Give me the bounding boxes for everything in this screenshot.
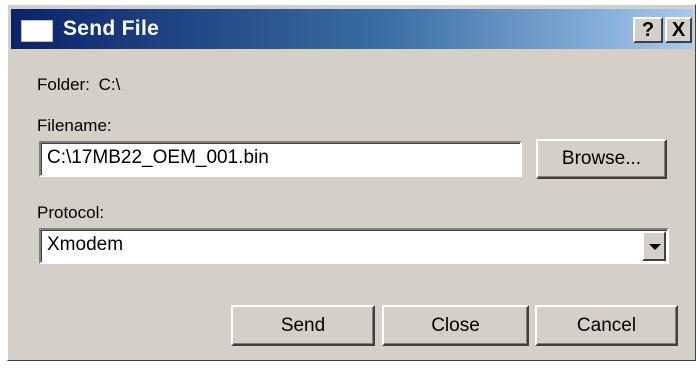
send-button[interactable]: Send — [231, 305, 375, 346]
folder-label: Folder: C:\ — [37, 75, 120, 95]
chevron-down-icon — [649, 244, 661, 250]
cancel-button[interactable]: Cancel — [535, 305, 678, 346]
protocol-select[interactable]: Xmodem — [39, 228, 669, 264]
close-button[interactable]: Close — [382, 305, 529, 346]
filename-label: Filename: — [37, 116, 112, 135]
window-title: Send File — [63, 17, 160, 40]
folder-value: C:\ — [98, 75, 121, 94]
protocol-label: Protocol: — [37, 203, 105, 222]
folder-label-text: Folder: — [37, 75, 90, 94]
filename-input[interactable]: C:\17MB22_OEM_001.bin — [39, 141, 522, 177]
close-window-button[interactable]: X — [665, 17, 692, 43]
browse-button[interactable]: Browse... — [536, 139, 667, 179]
window-icon — [21, 20, 53, 42]
send-file-dialog: Send File ? X Folder: C:\ Filename: C:\1… — [7, 4, 696, 361]
dropdown-toggle[interactable] — [642, 231, 666, 261]
title-bar[interactable]: Send File ? X — [11, 9, 693, 49]
help-button[interactable]: ? — [633, 17, 663, 43]
protocol-selected-value: Xmodem — [47, 234, 124, 255]
